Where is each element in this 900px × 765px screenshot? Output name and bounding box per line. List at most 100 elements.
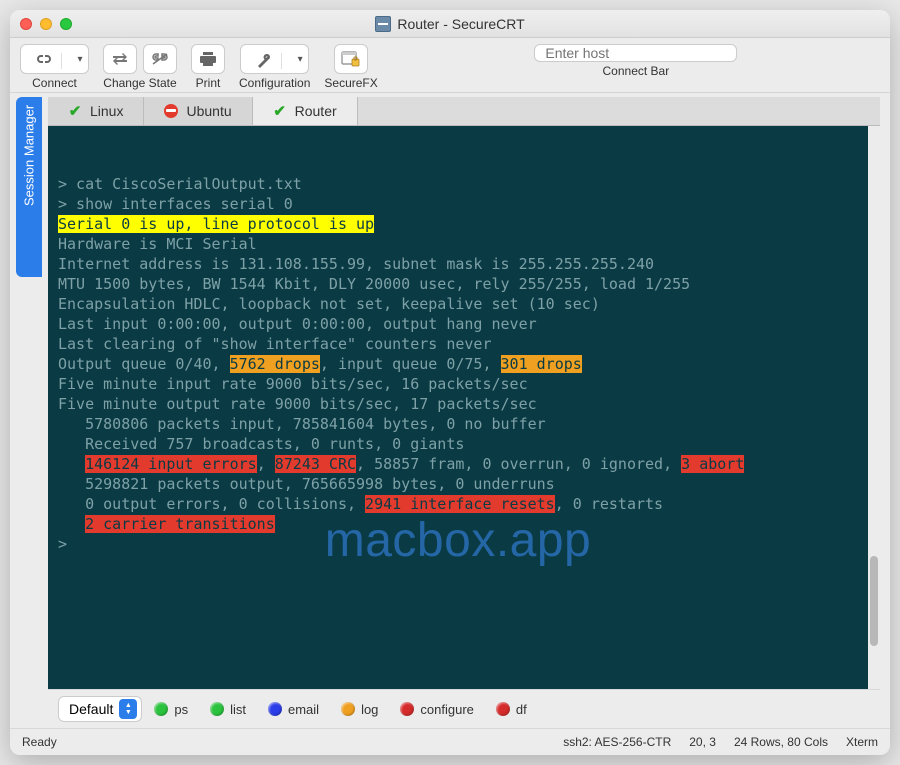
tab-label: Linux <box>90 103 123 119</box>
terminal-scrollbar[interactable] <box>868 126 880 689</box>
status-ready: Ready <box>22 735 57 749</box>
app-window: Router - SecureCRT ▾ Connect <box>10 10 890 755</box>
stepper-icon: ▲▼ <box>119 699 137 719</box>
tab-ubuntu[interactable]: Ubuntu <box>144 97 252 125</box>
command-button-ps[interactable]: ps <box>154 702 188 717</box>
terminal-text: MTU 1500 bytes, BW 1544 Kbit, DLY 20000 … <box>58 275 690 293</box>
terminal-text: 2941 interface resets <box>365 495 555 513</box>
terminal-line: > show interfaces serial 0 <box>58 194 858 214</box>
unlink-icon <box>151 51 169 67</box>
toolbar-group-configuration: ▾ Configuration <box>239 44 310 90</box>
terminal-line: Five minute input rate 9000 bits/sec, 16… <box>58 374 858 394</box>
tab-linux[interactable]: ✔ Linux <box>48 97 144 125</box>
scrollbar-thumb[interactable] <box>870 556 878 646</box>
terminal-line: Five minute output rate 9000 bits/sec, 1… <box>58 394 858 414</box>
toolbar-group-connect: ▾ Connect <box>20 44 89 90</box>
terminal-text: Last input 0:00:00, output 0:00:00, outp… <box>58 315 537 333</box>
terminal-text: , <box>257 455 275 473</box>
main-area: ✔ Linux Ubuntu ✔ Router > cat CiscoSerialOut… <box>48 97 880 728</box>
toolbar-label-configuration: Configuration <box>239 76 310 90</box>
toolbar-group-connectbar: Connect Bar <box>392 44 880 78</box>
terminal-text: 5780806 packets input, 785841604 bytes, … <box>58 415 546 433</box>
terminal[interactable]: > cat CiscoSerialOutput.txt > show interf… <box>48 126 868 689</box>
terminal-line: Internet address is 131.108.155.99, subn… <box>58 254 858 274</box>
configuration-button[interactable]: ▾ <box>240 44 309 74</box>
terminal-text: , input queue 0/75, <box>320 355 501 373</box>
terminal-text: 87243 CRC <box>275 455 356 473</box>
command-button-df[interactable]: df <box>496 702 527 717</box>
window-title-text: Router - SecureCRT <box>397 16 524 32</box>
terminal-text: 5762 drops <box>230 355 320 373</box>
minimize-window-button[interactable] <box>40 18 52 30</box>
close-window-button[interactable] <box>20 18 32 30</box>
terminal-text: 301 drops <box>501 355 582 373</box>
terminal-text: 5298821 packets output, 765665998 bytes,… <box>58 475 555 493</box>
enter-host-input[interactable] <box>534 44 737 62</box>
tab-label: Router <box>295 103 337 119</box>
chevron-down-icon: ▾ <box>292 54 308 65</box>
status-term: Xterm <box>846 735 878 749</box>
toolbar-label-connectbar: Connect Bar <box>603 64 670 78</box>
print-button[interactable] <box>191 44 225 74</box>
command-button-label: list <box>230 702 246 717</box>
command-button-label: email <box>288 702 319 717</box>
no-entry-icon <box>164 104 178 118</box>
session-manager-tab[interactable]: Session Manager <box>16 97 42 277</box>
command-button-label: configure <box>420 702 473 717</box>
command-button-log[interactable]: log <box>341 702 378 717</box>
window-title: Router - SecureCRT <box>10 16 890 32</box>
keyword-select-value: Default <box>69 701 113 717</box>
command-button-configure[interactable]: configure <box>400 702 473 717</box>
status-bar: Ready ssh2: AES-256-CTR 20, 3 24 Rows, 8… <box>10 728 890 755</box>
terminal-line: > <box>58 534 858 554</box>
command-buttons: ps list email log configure df <box>154 702 526 717</box>
toolbar-label-print: Print <box>196 76 221 90</box>
body: Session Manager ✔ Linux Ubuntu ✔ Router > ca… <box>10 93 890 728</box>
terminal-text: Received 757 broadcasts, 0 runts, 0 gian… <box>58 435 464 453</box>
connect-button[interactable]: ▾ <box>20 44 89 74</box>
status-dot-icon <box>496 702 510 716</box>
titlebar: Router - SecureCRT <box>10 10 890 38</box>
toolbar: ▾ Connect Change State Print <box>10 38 890 93</box>
toolbar-label-securefx: SecureFX <box>324 76 377 90</box>
terminal-line: 0 output errors, 0 collisions, 2941 inte… <box>58 494 858 514</box>
terminal-text: , 58857 fram, 0 overrun, 0 ignored, <box>356 455 681 473</box>
terminal-text: > cat CiscoSerialOutput.txt <box>58 175 302 193</box>
command-button-email[interactable]: email <box>268 702 319 717</box>
toolbar-group-securefx: SecureFX <box>324 44 377 90</box>
app-icon <box>375 16 391 32</box>
command-button-label: log <box>361 702 378 717</box>
terminal-line: 2 carrier transitions <box>58 514 858 534</box>
zoom-window-button[interactable] <box>60 18 72 30</box>
check-icon: ✔ <box>68 104 82 118</box>
toolbar-label-connect: Connect <box>32 76 77 90</box>
check-icon: ✔ <box>273 104 287 118</box>
reconnect-button[interactable] <box>103 44 137 74</box>
toolbar-group-print: Print <box>191 44 225 90</box>
terminal-line: MTU 1500 bytes, BW 1544 Kbit, DLY 20000 … <box>58 274 858 294</box>
securefx-icon <box>341 50 361 68</box>
terminal-text: 3 abort <box>681 455 744 473</box>
securefx-button[interactable] <box>334 44 368 74</box>
terminal-text <box>58 515 85 533</box>
terminal-text: Output queue 0/40, <box>58 355 230 373</box>
terminal-text: Encapsulation HDLC, loopback not set, ke… <box>58 295 600 313</box>
terminal-line: Last clearing of "show interface" counte… <box>58 334 858 354</box>
command-button-list[interactable]: list <box>210 702 246 717</box>
reconnect-icon <box>111 52 129 66</box>
toolbar-group-change-state: Change State <box>103 44 177 90</box>
terminal-text: 146124 input errors <box>85 455 257 473</box>
terminal-text: Serial 0 is up, line protocol is up <box>58 215 374 233</box>
terminal-text: , 0 restarts <box>555 495 663 513</box>
status-size: 24 Rows, 80 Cols <box>734 735 828 749</box>
terminal-text: > <box>58 535 67 553</box>
terminal-text: Last clearing of "show interface" counte… <box>58 335 491 353</box>
keyword-select[interactable]: Default ▲▼ <box>58 696 142 722</box>
terminal-line: Last input 0:00:00, output 0:00:00, outp… <box>58 314 858 334</box>
disconnect-button[interactable] <box>143 44 177 74</box>
status-protocol: ssh2: AES-256-CTR <box>563 735 671 749</box>
terminal-text: > show interfaces serial 0 <box>58 195 293 213</box>
terminal-line: 5298821 packets output, 765665998 bytes,… <box>58 474 858 494</box>
tab-router[interactable]: ✔ Router <box>253 97 358 125</box>
printer-icon <box>199 51 217 67</box>
